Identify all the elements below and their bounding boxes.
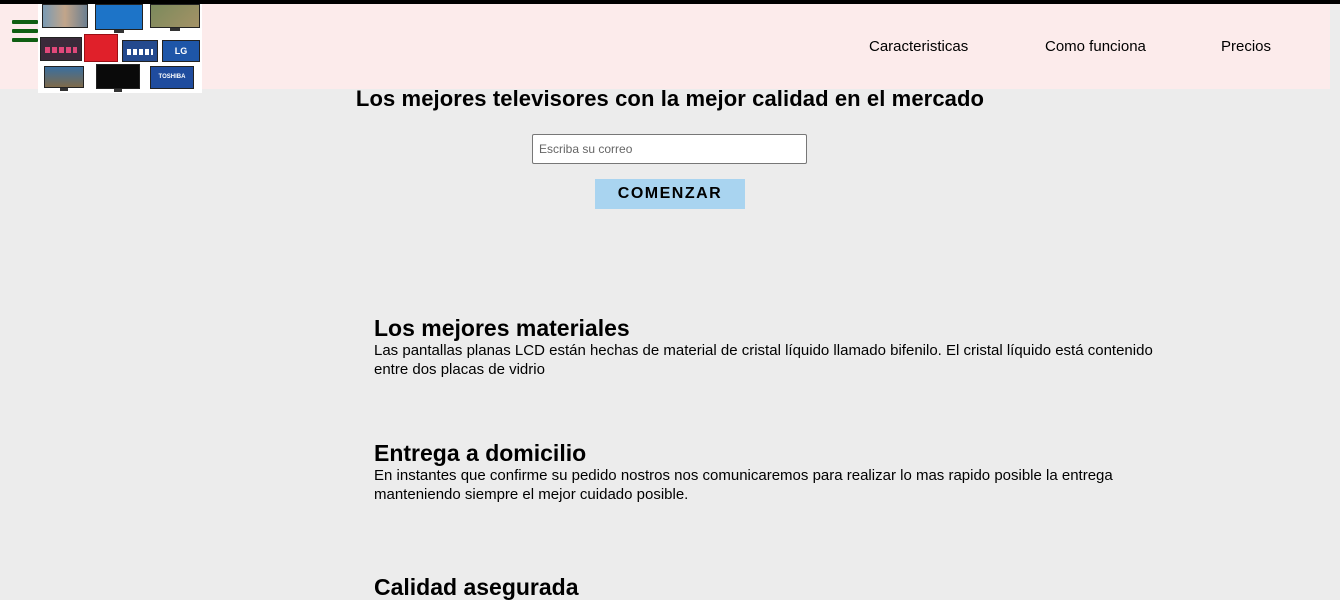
feature-title: Calidad asegurada bbox=[374, 574, 579, 600]
feature-materials: Los mejores materiales Las pantallas pla… bbox=[374, 315, 1174, 379]
feature-title: Los mejores materiales bbox=[374, 315, 630, 341]
tv-image bbox=[84, 34, 118, 62]
lg-logo-text: LG bbox=[174, 46, 188, 56]
nav-link-caracteristicas[interactable]: Caracteristicas bbox=[869, 38, 968, 55]
tv-image bbox=[42, 4, 88, 28]
tv-image bbox=[44, 66, 84, 91]
tv-image: LG bbox=[162, 40, 200, 62]
feature-text: En instantes que confirme su pedido nost… bbox=[374, 467, 1113, 503]
tv-image bbox=[95, 4, 143, 33]
site-header: LG TOSHIBA Caracteristicas Como funciona… bbox=[0, 4, 1330, 93]
logo-tv-collage[interactable]: LG TOSHIBA bbox=[38, 4, 202, 93]
toshiba-logo-text: TOSHIBA bbox=[158, 74, 186, 80]
feature-title: Entrega a domicilio bbox=[374, 440, 587, 466]
tv-image bbox=[122, 40, 158, 62]
nav-link-como-funciona[interactable]: Como funciona bbox=[1045, 38, 1146, 55]
nav-link-precios[interactable]: Precios bbox=[1221, 38, 1271, 55]
feature-text: Las pantallas planas LCD están hechas de… bbox=[374, 342, 1153, 378]
start-button[interactable]: COMENZAR bbox=[595, 179, 745, 209]
feature-quality: Calidad asegurada bbox=[374, 574, 1174, 600]
tv-image bbox=[150, 4, 200, 31]
feature-delivery: Entrega a domicilio En instantes que con… bbox=[374, 440, 1174, 504]
email-input[interactable] bbox=[532, 134, 807, 164]
hamburger-menu-icon[interactable] bbox=[12, 20, 38, 42]
tv-image bbox=[40, 37, 82, 61]
hero-title: Los mejores televisores con la mejor cal… bbox=[355, 86, 985, 111]
